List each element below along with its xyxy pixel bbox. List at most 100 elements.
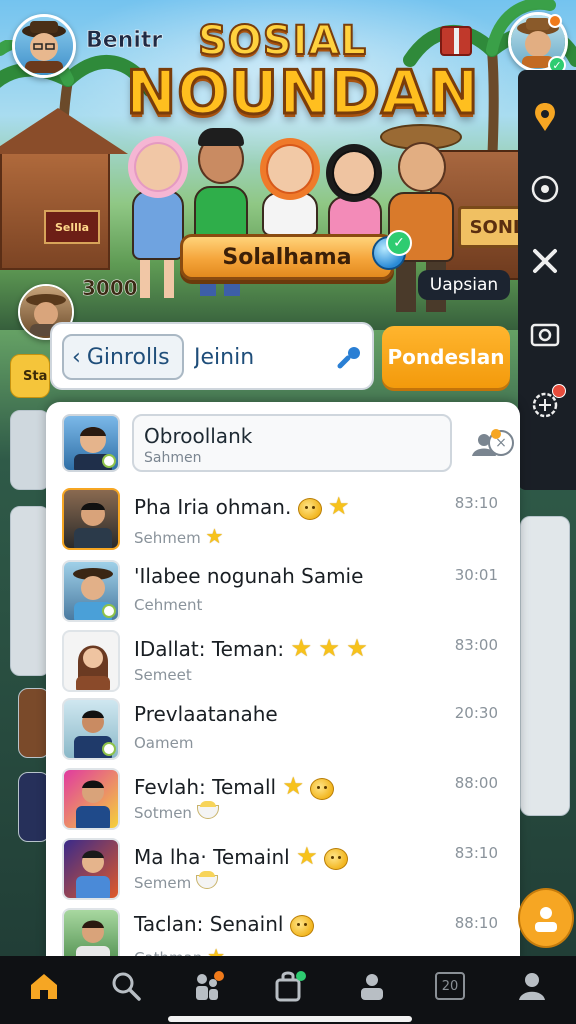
- character-girl-hijab-orange: [256, 134, 324, 236]
- shopping-bag-icon: [275, 971, 306, 1002]
- online-status-icon: [102, 604, 116, 618]
- home-indicator: [168, 1016, 412, 1022]
- list-item[interactable]: Fevlah: Temall ★ Sotmen 88:00: [62, 768, 508, 836]
- smile-face-icon: [289, 914, 314, 937]
- side-tab-label: Sta: [23, 369, 48, 384]
- tools-icon[interactable]: [528, 244, 562, 278]
- side-tab-card[interactable]: Sta: [10, 354, 50, 398]
- online-status-icon: [102, 454, 116, 468]
- compose-subtitle: Sahmen: [144, 450, 202, 466]
- chat-time: 83:10: [454, 494, 498, 512]
- profile-fab-button[interactable]: [518, 888, 574, 948]
- list-item[interactable]: Taclan: Senainl Cathman ★ 88:10: [62, 908, 508, 962]
- chat-name: Fevlah: Temall ★: [134, 772, 335, 800]
- chat-preview: Sotmen: [134, 800, 219, 822]
- nav-calendar[interactable]: 20: [430, 966, 470, 1006]
- chat-time: 83:10: [454, 844, 498, 862]
- chat-avatar: [62, 838, 120, 900]
- chat-name: 'Ilabee nogunah Samie: [134, 564, 364, 588]
- star-icon: ★: [296, 842, 318, 870]
- chat-preview: Semem: [134, 870, 218, 892]
- nav-profile[interactable]: [512, 966, 552, 1006]
- back-button-label: Ginrolls: [86, 344, 170, 370]
- chat-preview: Semeet: [134, 666, 192, 684]
- back-arrow-icon: ‹: [72, 344, 81, 370]
- home-icon: [31, 974, 57, 999]
- group-icon: [361, 974, 383, 1000]
- chat-name: IDallat: Teman: ★ ★ ★: [134, 634, 368, 662]
- star-icon: ★: [205, 524, 224, 548]
- user-card-icon: [535, 907, 557, 932]
- tag-pill-button[interactable]: Uapsian: [418, 270, 510, 300]
- ghost-card-right: [520, 516, 570, 816]
- star-icon: ★: [290, 634, 313, 662]
- chat-compose-field[interactable]: Obroollank Sahmen ×: [132, 414, 514, 472]
- ghost-card-1: [10, 410, 50, 490]
- gift-icon[interactable]: [440, 26, 472, 56]
- user-face-icon: [76, 920, 110, 962]
- nav-search[interactable]: [106, 966, 146, 1006]
- online-status-icon: [102, 742, 116, 756]
- chat-avatar: [62, 560, 120, 622]
- location-pin-icon[interactable]: [528, 100, 562, 134]
- new-chat-entry[interactable]: Obroollank Sahmen ×: [62, 412, 514, 476]
- coin-counter: 3000: [82, 276, 138, 301]
- nav-home[interactable]: [24, 966, 64, 1006]
- chat-preview: Cehment: [134, 596, 203, 614]
- calendar-icon: 20: [435, 972, 465, 1000]
- alert-badge-icon: [552, 384, 566, 398]
- search-icon: [112, 972, 141, 1001]
- list-item[interactable]: IDallat: Teman: ★ ★ ★ Semeet 83:00: [62, 630, 508, 698]
- search-icon[interactable]: [336, 344, 364, 370]
- chat-avatar: [62, 488, 120, 550]
- chat-avatar: [62, 630, 120, 692]
- camera-icon[interactable]: [528, 316, 562, 350]
- user-face-icon: [76, 850, 110, 898]
- star-icon: ★: [346, 634, 368, 662]
- people-icon: [196, 971, 224, 1000]
- user-face-icon: [74, 502, 112, 548]
- chat-time: 88:10: [454, 914, 498, 932]
- list-item[interactable]: Ma lha· Temainl ★ Semem 83:10: [62, 838, 508, 906]
- ghost-card-2: [10, 506, 50, 676]
- compass-icon[interactable]: [528, 172, 562, 206]
- chat-time: 20:30: [454, 704, 498, 722]
- smile-face-icon: [297, 497, 322, 520]
- my-avatar: [62, 414, 120, 472]
- list-item[interactable]: Prevlaatanahe Oamem 20:30: [62, 698, 508, 766]
- back-button[interactable]: ‹ Ginrolls: [62, 334, 184, 380]
- player-name: Benitr: [86, 28, 163, 54]
- smile-face-icon: [310, 777, 335, 800]
- person-icon: [519, 973, 545, 1000]
- nav-friends[interactable]: [188, 966, 228, 1006]
- chat-avatar: [62, 698, 120, 760]
- star-icon: ★: [282, 772, 304, 800]
- smile-face-icon: [323, 847, 348, 870]
- list-item[interactable]: Pha Iria ohman. ★ Sehmem ★ 83:10: [62, 488, 508, 556]
- chat-time: 88:00: [454, 774, 498, 792]
- play-cta-button[interactable]: Solalhama: [180, 234, 394, 280]
- find-button[interactable]: Pondeslan: [382, 326, 510, 388]
- chat-name: Prevlaatanahe: [134, 702, 278, 726]
- chat-time: 83:00: [454, 636, 498, 654]
- notification-dot-icon: [548, 14, 562, 28]
- chat-list-panel: Obroollank Sahmen × Pha Iria ohman. ★ Se…: [46, 402, 520, 962]
- chat-preview: Sehmem ★: [134, 524, 224, 548]
- chat-name: Taclan: Senainl: [134, 912, 314, 937]
- chat-avatar: [62, 768, 120, 830]
- chat-name: Pha Iria ohman. ★: [134, 492, 350, 520]
- add-friend-icon[interactable]: [470, 428, 502, 458]
- nav-community[interactable]: [352, 966, 392, 1006]
- chat-time: 30:01: [454, 566, 498, 584]
- chat-avatar: [62, 908, 120, 962]
- game-title-main: NOUNDAN: [125, 57, 481, 130]
- nav-shop[interactable]: [270, 966, 310, 1006]
- chat-preview: Oamem: [134, 734, 194, 752]
- user-face-icon: [76, 780, 110, 828]
- list-item[interactable]: 'Ilabee nogunah Samie Cehment 30:01: [62, 560, 508, 628]
- profile-avatar[interactable]: [12, 14, 76, 78]
- hut-sign: Sellla: [44, 210, 100, 244]
- bowl-icon: [195, 870, 218, 889]
- search-input[interactable]: [190, 334, 360, 380]
- compose-title: Obroollank: [144, 424, 253, 448]
